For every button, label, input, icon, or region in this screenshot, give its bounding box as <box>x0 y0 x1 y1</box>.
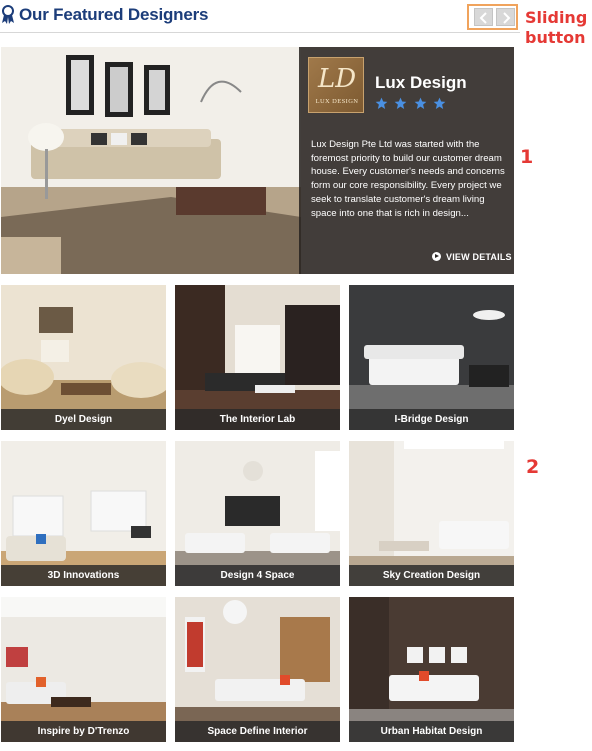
chevron-left-icon <box>479 12 487 24</box>
designer-tile-label: Inspire by D'Trenzo <box>1 721 166 742</box>
designer-tile[interactable]: Inspire by D'Trenzo <box>1 597 166 742</box>
annotation-sliding-button: Sliding button <box>525 8 588 47</box>
designer-tile-label: Design 4 Space <box>175 565 340 586</box>
annotation-marker-1: 1 <box>520 146 534 168</box>
designer-name[interactable]: Lux Design <box>375 73 467 93</box>
star-icon <box>375 97 388 110</box>
designer-tile[interactable]: Space Define Interior <box>175 597 340 742</box>
designer-tile-label: 3D Innovations <box>1 565 166 586</box>
designer-description: Lux Design Pte Ltd was started with the … <box>311 139 505 219</box>
brand-logo-text: LUX DESIGN <box>315 98 359 105</box>
star-rating <box>375 97 448 115</box>
designer-tile-label: Dyel Design <box>1 409 166 430</box>
slider-prev-button[interactable] <box>474 8 493 26</box>
play-circle-icon <box>432 252 441 261</box>
view-details-label: VIEW DETAILS <box>446 252 512 262</box>
designer-tile-label: Space Define Interior <box>175 721 340 742</box>
slider-controls <box>467 4 518 30</box>
star-icon <box>434 97 446 110</box>
brand-logo: LD LUX DESIGN <box>308 57 364 113</box>
view-details-link[interactable]: VIEW DETAILS <box>432 251 512 262</box>
designer-tile[interactable]: The Interior Lab <box>175 285 340 430</box>
award-ribbon-icon <box>2 5 14 24</box>
brand-monogram-icon: LD <box>317 64 357 94</box>
designer-tile-label: The Interior Lab <box>175 409 340 430</box>
designer-tile[interactable]: Urban Habitat Design <box>349 597 514 742</box>
section-title: Our Featured Designers <box>19 5 209 24</box>
featured-designer-card[interactable]: LD LUX DESIGN Lux Design Lux Design Pte … <box>1 47 514 274</box>
slider-next-button[interactable] <box>496 8 515 26</box>
designer-tile-label: I-Bridge Design <box>349 409 514 430</box>
featured-info-panel: LD LUX DESIGN Lux Design Lux Design Pte … <box>299 47 514 274</box>
section-header: Our Featured Designers <box>0 0 520 33</box>
designer-tile[interactable]: Dyel Design <box>1 285 166 430</box>
annotation-marker-2: 2 <box>526 456 540 478</box>
designer-tile[interactable]: 3D Innovations <box>1 441 166 586</box>
chevron-right-icon <box>503 12 511 24</box>
star-icon <box>395 97 407 110</box>
star-icon <box>414 97 427 110</box>
designer-tile-label: Urban Habitat Design <box>349 721 514 742</box>
designer-tile-label: Sky Creation Design <box>349 565 514 586</box>
designer-tile[interactable]: I-Bridge Design <box>349 285 514 430</box>
designer-tile[interactable]: Sky Creation Design <box>349 441 514 586</box>
designer-tile[interactable]: Design 4 Space <box>175 441 340 586</box>
